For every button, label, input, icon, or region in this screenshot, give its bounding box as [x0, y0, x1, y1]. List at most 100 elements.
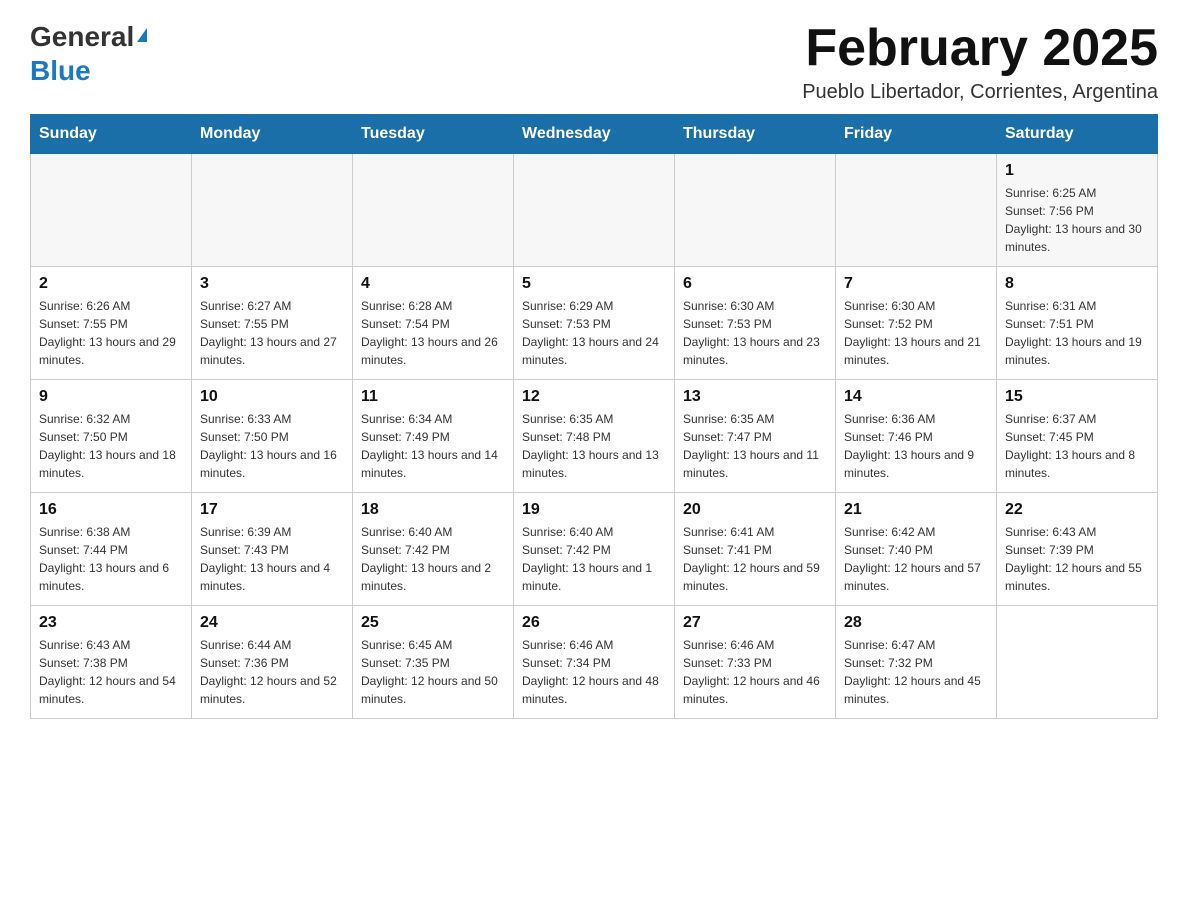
day-number: 12	[522, 388, 666, 406]
calendar-cell: 11 Sunrise: 6:34 AMSunset: 7:49 PMDayligh…	[353, 380, 514, 493]
day-number: 14	[844, 388, 988, 406]
calendar-cell: 5 Sunrise: 6:29 AMSunset: 7:53 PMDaylight…	[514, 267, 675, 380]
day-number: 7	[844, 275, 988, 293]
calendar-cell	[353, 154, 514, 267]
logo-general-text: General	[30, 20, 134, 54]
day-number: 28	[844, 614, 988, 632]
calendar-cell: 24 Sunrise: 6:44 AMSunset: 7:36 PMDayligh…	[192, 606, 353, 719]
calendar-cell: 16Sunrise: 6:38 AMSunset: 7:44 PMDayligh…	[31, 493, 192, 606]
day-number: 4	[361, 275, 505, 293]
calendar-cell: 23Sunrise: 6:43 AMSunset: 7:38 PMDayligh…	[31, 606, 192, 719]
day-number: 10	[200, 388, 344, 406]
calendar-cell	[675, 154, 836, 267]
day-detail: Sunrise: 6:47 AMSunset: 7:32 PMDaylight:…	[844, 636, 988, 708]
calendar-week-row: 9 Sunrise: 6:32 AMSunset: 7:50 PMDaylight…	[31, 380, 1158, 493]
day-detail: Sunrise: 6:35 AMSunset: 7:47 PMDaylight:…	[683, 410, 827, 482]
calendar-cell: 6 Sunrise: 6:30 AMSunset: 7:53 PMDaylight…	[675, 267, 836, 380]
day-number: 15	[1005, 388, 1149, 406]
calendar-cell: 7 Sunrise: 6:30 AMSunset: 7:52 PMDaylight…	[836, 267, 997, 380]
calendar-cell: 25 Sunrise: 6:45 AMSunset: 7:35 PMDayligh…	[353, 606, 514, 719]
calendar-cell	[836, 154, 997, 267]
day-detail: Sunrise: 6:43 AMSunset: 7:39 PMDaylight:…	[1005, 523, 1149, 595]
calendar-cell: 3Sunrise: 6:27 AMSunset: 7:55 PMDaylight…	[192, 267, 353, 380]
day-detail: Sunrise: 6:46 AMSunset: 7:34 PMDaylight:…	[522, 636, 666, 708]
day-number: 13	[683, 388, 827, 406]
title-block: February 2025 Pueblo Libertador, Corrien…	[802, 20, 1158, 104]
location-title: Pueblo Libertador, Corrientes, Argentina	[802, 81, 1158, 104]
day-detail: Sunrise: 6:25 AMSunset: 7:56 PMDaylight:…	[1005, 184, 1149, 256]
calendar-table: SundayMondayTuesdayWednesdayThursdayFrid…	[30, 114, 1158, 719]
calendar-cell: 4 Sunrise: 6:28 AMSunset: 7:54 PMDaylight…	[353, 267, 514, 380]
day-number: 5	[522, 275, 666, 293]
calendar-cell: 8Sunrise: 6:31 AMSunset: 7:51 PMDaylight…	[997, 267, 1158, 380]
day-detail: Sunrise: 6:34 AMSunset: 7:49 PMDaylight:…	[361, 410, 505, 482]
day-number: 23	[39, 614, 183, 632]
calendar-day-header: Tuesday	[353, 115, 514, 154]
day-detail: Sunrise: 6:26 AMSunset: 7:55 PMDaylight:…	[39, 297, 183, 369]
day-number: 27	[683, 614, 827, 632]
day-number: 26	[522, 614, 666, 632]
calendar-cell	[514, 154, 675, 267]
day-detail: Sunrise: 6:41 AMSunset: 7:41 PMDaylight:…	[683, 523, 827, 595]
day-detail: Sunrise: 6:30 AMSunset: 7:53 PMDaylight:…	[683, 297, 827, 369]
day-detail: Sunrise: 6:39 AMSunset: 7:43 PMDaylight:…	[200, 523, 344, 595]
calendar-cell: 19 Sunrise: 6:40 AMSunset: 7:42 PMDayligh…	[514, 493, 675, 606]
calendar-week-row: 1Sunrise: 6:25 AMSunset: 7:56 PMDaylight…	[31, 154, 1158, 267]
day-detail: Sunrise: 6:44 AMSunset: 7:36 PMDaylight:…	[200, 636, 344, 708]
calendar-cell: 26 Sunrise: 6:46 AMSunset: 7:34 PMDayligh…	[514, 606, 675, 719]
day-detail: Sunrise: 6:27 AMSunset: 7:55 PMDaylight:…	[200, 297, 344, 369]
calendar-week-row: 23Sunrise: 6:43 AMSunset: 7:38 PMDayligh…	[31, 606, 1158, 719]
day-number: 18	[361, 501, 505, 519]
day-number: 25	[361, 614, 505, 632]
calendar-cell: 10 Sunrise: 6:33 AMSunset: 7:50 PMDayligh…	[192, 380, 353, 493]
day-number: 11	[361, 388, 505, 406]
calendar-cell: 22 Sunrise: 6:43 AMSunset: 7:39 PMDayligh…	[997, 493, 1158, 606]
day-detail: Sunrise: 6:40 AMSunset: 7:42 PMDaylight:…	[522, 523, 666, 595]
day-number: 21	[844, 501, 988, 519]
calendar-day-header: Saturday	[997, 115, 1158, 154]
calendar-cell: 15 Sunrise: 6:37 AMSunset: 7:45 PMDayligh…	[997, 380, 1158, 493]
calendar-cell: 2Sunrise: 6:26 AMSunset: 7:55 PMDaylight…	[31, 267, 192, 380]
calendar-cell: 14 Sunrise: 6:36 AMSunset: 7:46 PMDayligh…	[836, 380, 997, 493]
calendar-cell: 28 Sunrise: 6:47 AMSunset: 7:32 PMDayligh…	[836, 606, 997, 719]
day-detail: Sunrise: 6:31 AMSunset: 7:51 PMDaylight:…	[1005, 297, 1149, 369]
day-number: 6	[683, 275, 827, 293]
day-detail: Sunrise: 6:32 AMSunset: 7:50 PMDaylight:…	[39, 410, 183, 482]
day-detail: Sunrise: 6:28 AMSunset: 7:54 PMDaylight:…	[361, 297, 505, 369]
calendar-header-row: SundayMondayTuesdayWednesdayThursdayFrid…	[31, 115, 1158, 154]
day-detail: Sunrise: 6:29 AMSunset: 7:53 PMDaylight:…	[522, 297, 666, 369]
calendar-day-header: Thursday	[675, 115, 836, 154]
day-number: 16	[39, 501, 183, 519]
calendar-day-header: Sunday	[31, 115, 192, 154]
day-detail: Sunrise: 6:37 AMSunset: 7:45 PMDaylight:…	[1005, 410, 1149, 482]
day-detail: Sunrise: 6:46 AMSunset: 7:33 PMDaylight:…	[683, 636, 827, 708]
calendar-cell: 20 Sunrise: 6:41 AMSunset: 7:41 PMDayligh…	[675, 493, 836, 606]
calendar-cell: 27 Sunrise: 6:46 AMSunset: 7:33 PMDayligh…	[675, 606, 836, 719]
day-detail: Sunrise: 6:40 AMSunset: 7:42 PMDaylight:…	[361, 523, 505, 595]
calendar-cell	[997, 606, 1158, 719]
logo-blue-text: Blue	[30, 55, 91, 86]
calendar-cell: 13 Sunrise: 6:35 AMSunset: 7:47 PMDayligh…	[675, 380, 836, 493]
day-detail: Sunrise: 6:42 AMSunset: 7:40 PMDaylight:…	[844, 523, 988, 595]
calendar-day-header: Monday	[192, 115, 353, 154]
day-number: 17	[200, 501, 344, 519]
day-number: 22	[1005, 501, 1149, 519]
day-number: 9	[39, 388, 183, 406]
logo-arrow-icon	[137, 28, 147, 42]
calendar-cell: 18 Sunrise: 6:40 AMSunset: 7:42 PMDayligh…	[353, 493, 514, 606]
day-number: 19	[522, 501, 666, 519]
logo: General Blue	[30, 20, 147, 87]
day-detail: Sunrise: 6:45 AMSunset: 7:35 PMDaylight:…	[361, 636, 505, 708]
calendar-cell: 12Sunrise: 6:35 AMSunset: 7:48 PMDayligh…	[514, 380, 675, 493]
calendar-cell: 21 Sunrise: 6:42 AMSunset: 7:40 PMDayligh…	[836, 493, 997, 606]
day-detail: Sunrise: 6:36 AMSunset: 7:46 PMDaylight:…	[844, 410, 988, 482]
page-header: General Blue February 2025 Pueblo Libert…	[30, 20, 1158, 104]
day-detail: Sunrise: 6:33 AMSunset: 7:50 PMDaylight:…	[200, 410, 344, 482]
day-number: 20	[683, 501, 827, 519]
calendar-cell	[31, 154, 192, 267]
calendar-cell: 9 Sunrise: 6:32 AMSunset: 7:50 PMDaylight…	[31, 380, 192, 493]
day-detail: Sunrise: 6:30 AMSunset: 7:52 PMDaylight:…	[844, 297, 988, 369]
calendar-cell	[192, 154, 353, 267]
month-title: February 2025	[802, 20, 1158, 77]
day-number: 24	[200, 614, 344, 632]
